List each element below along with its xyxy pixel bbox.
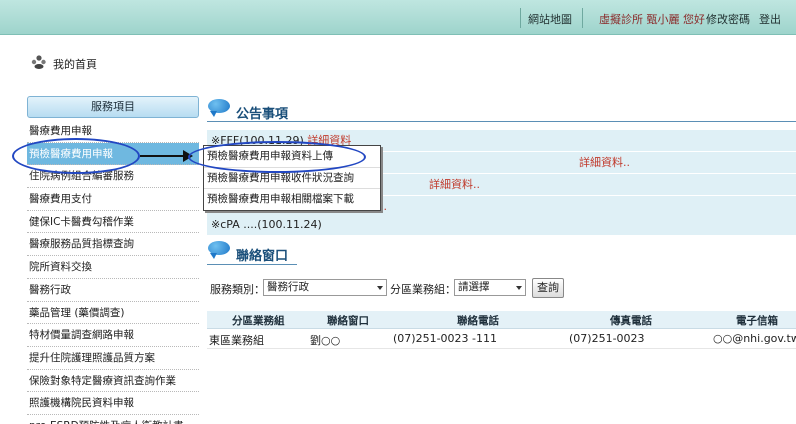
sidebar-item-data-exchange[interactable]: 院所資料交換 xyxy=(27,256,199,279)
service-type-select[interactable]: 醫務行政 xyxy=(263,279,387,296)
sidebar-item-nursing-quality[interactable]: 提升住院護理照護品質方案 xyxy=(27,347,199,370)
sidebar-item-pre-esrd[interactable]: pre-ESRD預防性及病人衛教計畫 xyxy=(27,415,199,424)
sitemap-link[interactable]: 網站地圖 xyxy=(528,11,572,27)
submenu-item-status-query[interactable]: 預檢醫療費用申報收件狀況查詢 xyxy=(204,168,380,189)
user-greeting: 虛擬診所 甄小麗 您好 xyxy=(599,13,705,26)
sidebar-item-ic-card[interactable]: 健保IC卡醫費勾稽作業 xyxy=(27,211,199,234)
announcement-row: ※cPA ....(100.11.24) xyxy=(207,214,796,236)
speech-bubble-icon xyxy=(208,241,230,259)
table-row: 東區業務組 劉○○ (07)251-0023 -111 (07)251-0023… xyxy=(207,329,796,349)
submenu-item-download[interactable]: 預檢醫療費用申報相關檔案下載 xyxy=(204,189,380,211)
column-header: 傳真電話 xyxy=(610,315,652,327)
sidebar-item-care-institution[interactable]: 照護機構院民資料申報 xyxy=(27,392,199,415)
top-navigation-bar: 網站地圖 虛擬診所 甄小麗 您好 修改密碼 登出 xyxy=(0,0,796,35)
pointer-arrow xyxy=(140,155,184,157)
service-type-label: 服務類別： xyxy=(210,283,265,296)
branch-group-select[interactable]: 請選擇 xyxy=(454,279,526,296)
table-cell: (07)251-0023 xyxy=(569,332,645,345)
announcement-detail-link[interactable]: .. xyxy=(380,200,387,213)
column-header: 電子信箱 xyxy=(736,315,778,327)
users-icon xyxy=(31,55,46,69)
logout-link[interactable]: 登出 xyxy=(759,11,781,27)
sidebar-item-quality-index[interactable]: 醫療服務品質指標查詢 xyxy=(27,233,199,257)
column-header: 分區業務組 xyxy=(232,315,285,327)
sidebar-item-drg-review[interactable]: 住院病例組合編審服務 xyxy=(27,165,199,189)
service-items-header: 服務項目 xyxy=(27,96,199,118)
section-divider xyxy=(207,121,796,122)
sidebar-menu: 醫療費用申報 預檢醫療費用申報 住院病例組合編審服務 醫療費用支付 健保IC卡醫… xyxy=(27,120,199,424)
column-header: 聯絡窗口 xyxy=(327,315,369,327)
sidebar-item-medical-info-query[interactable]: 保險對象特定醫療資訊查詢作業 xyxy=(27,370,199,393)
table-cell: 劉○○ xyxy=(310,334,341,347)
table-cell[interactable]: ○○@nhi.gov.tw xyxy=(713,332,796,345)
contact-table-header: 分區業務組 聯絡窗口 聯絡電話 傳真電話 電子信箱 xyxy=(207,311,796,329)
branch-group-label: 分區業務組： xyxy=(390,283,456,296)
branch-group-value: 請選擇 xyxy=(458,281,490,293)
sidebar-item-drug-management[interactable]: 藥品管理 (藥價調查) xyxy=(27,302,199,325)
topbar-separator xyxy=(582,8,583,28)
announcement-detail-link[interactable]: 詳細資料.. xyxy=(429,178,480,191)
column-header: 聯絡電話 xyxy=(457,315,499,327)
sidebar-item-medical-claims[interactable]: 醫療費用申報 xyxy=(27,120,199,143)
table-cell: 東區業務組 xyxy=(209,334,264,347)
table-cell: (07)251-0023 -111 xyxy=(393,332,498,345)
speech-bubble-icon xyxy=(208,99,230,117)
sidebar-item-payment[interactable]: 醫療費用支付 xyxy=(27,188,199,211)
submenu-item-upload[interactable]: 預檢醫療費用申報資料上傳 xyxy=(204,146,380,168)
home-title[interactable]: 我的首頁 xyxy=(53,56,97,72)
change-password-link[interactable]: 修改密碼 xyxy=(706,11,750,27)
announcement-detail-link[interactable]: 詳細資料.. xyxy=(579,156,630,169)
contact-title: 聯絡窗口 xyxy=(236,249,289,264)
announcements-title: 公告事項 xyxy=(236,107,289,122)
chevron-down-icon xyxy=(377,286,383,290)
precheck-submenu: 預檢醫療費用申報資料上傳 預檢醫療費用申報收件狀況查詢 預檢醫療費用申報相關檔案… xyxy=(203,145,381,211)
sidebar-item-special-material[interactable]: 特材價量調查網路申報 xyxy=(27,324,199,347)
sidebar-item-administration[interactable]: 醫務行政 xyxy=(27,279,199,302)
chevron-down-icon xyxy=(516,286,522,290)
query-button[interactable]: 查詢 xyxy=(532,278,564,298)
topbar-separator xyxy=(520,8,521,28)
section-divider xyxy=(207,264,297,265)
service-type-value: 醫務行政 xyxy=(267,281,309,293)
announcement-text[interactable]: ※cPA ....(100.11.24) xyxy=(211,218,322,231)
pointer-arrow-head xyxy=(183,150,193,162)
